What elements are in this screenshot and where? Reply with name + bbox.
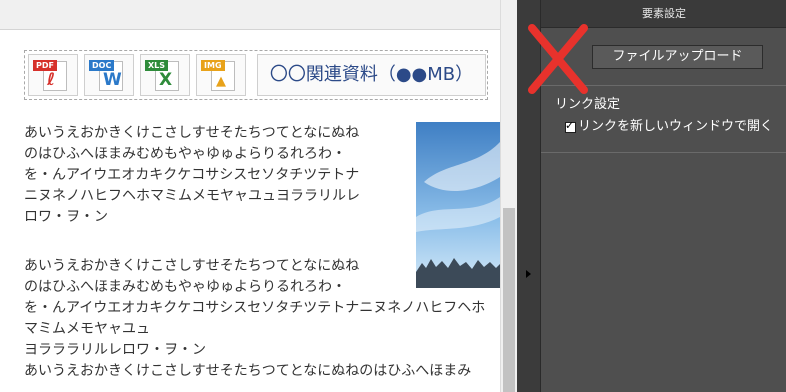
paragraph-3: あいうえおかきくけこさしすせそたちつてとなにぬねのはひふへほまみ <box>24 361 500 382</box>
section-divider <box>541 152 786 153</box>
img-file-link[interactable]: IMG ▲ <box>196 54 246 96</box>
doc-file-link[interactable]: DOC W <box>84 54 134 96</box>
collapse-arrow-icon[interactable] <box>526 270 531 278</box>
word-glyph-icon: W <box>103 70 122 90</box>
picture-glyph-icon: ▲ <box>216 74 226 89</box>
paragraph-2: あいうえおかきくけこさしすせそたちつてとなにぬね のはひふへほまみむめもやゃゆゅ… <box>24 256 494 361</box>
text-line: あいうえおかきくけこさしすせそたちつてとなにぬね <box>24 258 360 274</box>
text-line: ロワ・ヲ・ン <box>24 209 108 225</box>
excel-glyph-icon: X <box>159 70 173 90</box>
open-new-window-label: リンクを新しいウィンドウで開く <box>578 119 774 134</box>
acrobat-icon: ℓ <box>47 70 56 90</box>
pdf-file-link[interactable]: PDF ℓ <box>28 54 78 96</box>
text-line: あいうえおかきくけこさしすせそたちつてとなにぬね <box>24 125 360 141</box>
editor-scrollbar[interactable] <box>500 0 517 392</box>
file-download-block[interactable]: PDF ℓ DOC W XLS X IMG ▲ 〇〇関連資料（●●MB） <box>24 50 488 100</box>
text-line: あいうえおかきくけこさしすせそたちつてとなにぬねのはひふへほまみ <box>24 363 472 379</box>
text-line: ニヌネノハヒフヘホマミムメモヤャユュヨララリルレ <box>24 188 360 204</box>
open-new-window-option[interactable]: ✓ リンクを新しいウィンドウで開く <box>565 118 773 136</box>
link-settings-heading: リンク設定 <box>555 97 621 112</box>
xls-file-link[interactable]: XLS X <box>140 54 190 96</box>
file-link-title[interactable]: 〇〇関連資料（●●MB） <box>257 54 486 96</box>
text-line: ヨラララリルレロワ・ヲ・ン <box>24 342 206 358</box>
text-line: を・んアイウエオカキクケコサシスセソタチツテトナニヌネノハヒフヘホマミムメモヤャ… <box>24 300 486 337</box>
editor-toolbar <box>0 0 500 30</box>
check-icon: ✓ <box>565 118 575 132</box>
section-divider <box>541 85 786 86</box>
file-type-tag: IMG <box>201 60 225 71</box>
text-line: のはひふへほまみむめもやゃゆゅよらりるれろわ・ <box>24 279 346 295</box>
content-editor: PDF ℓ DOC W XLS X IMG ▲ 〇〇関連資料（●●MB） あいう… <box>0 0 500 392</box>
file-upload-button[interactable]: ファイルアップロード <box>592 45 763 69</box>
panel-divider[interactable] <box>517 0 540 392</box>
element-settings-panel: 要素設定 ファイルアップロード リンク設定 ✓ リンクを新しいウィンドウで開く <box>540 0 786 392</box>
scrollbar-thumb[interactable] <box>503 208 515 392</box>
text-line: を・んアイウエオカキクケコサシスセソタチツテトナ <box>24 167 360 183</box>
open-new-window-checkbox[interactable]: ✓ <box>565 118 576 133</box>
panel-title: 要素設定 <box>541 0 786 28</box>
text-line: のはひふへほまみむめもやゃゆゅよらりるれろわ・ <box>24 146 346 162</box>
paragraph-1: あいうえおかきくけこさしすせそたちつてとなにぬね のはひふへほまみむめもやゃゆゅ… <box>24 123 414 228</box>
